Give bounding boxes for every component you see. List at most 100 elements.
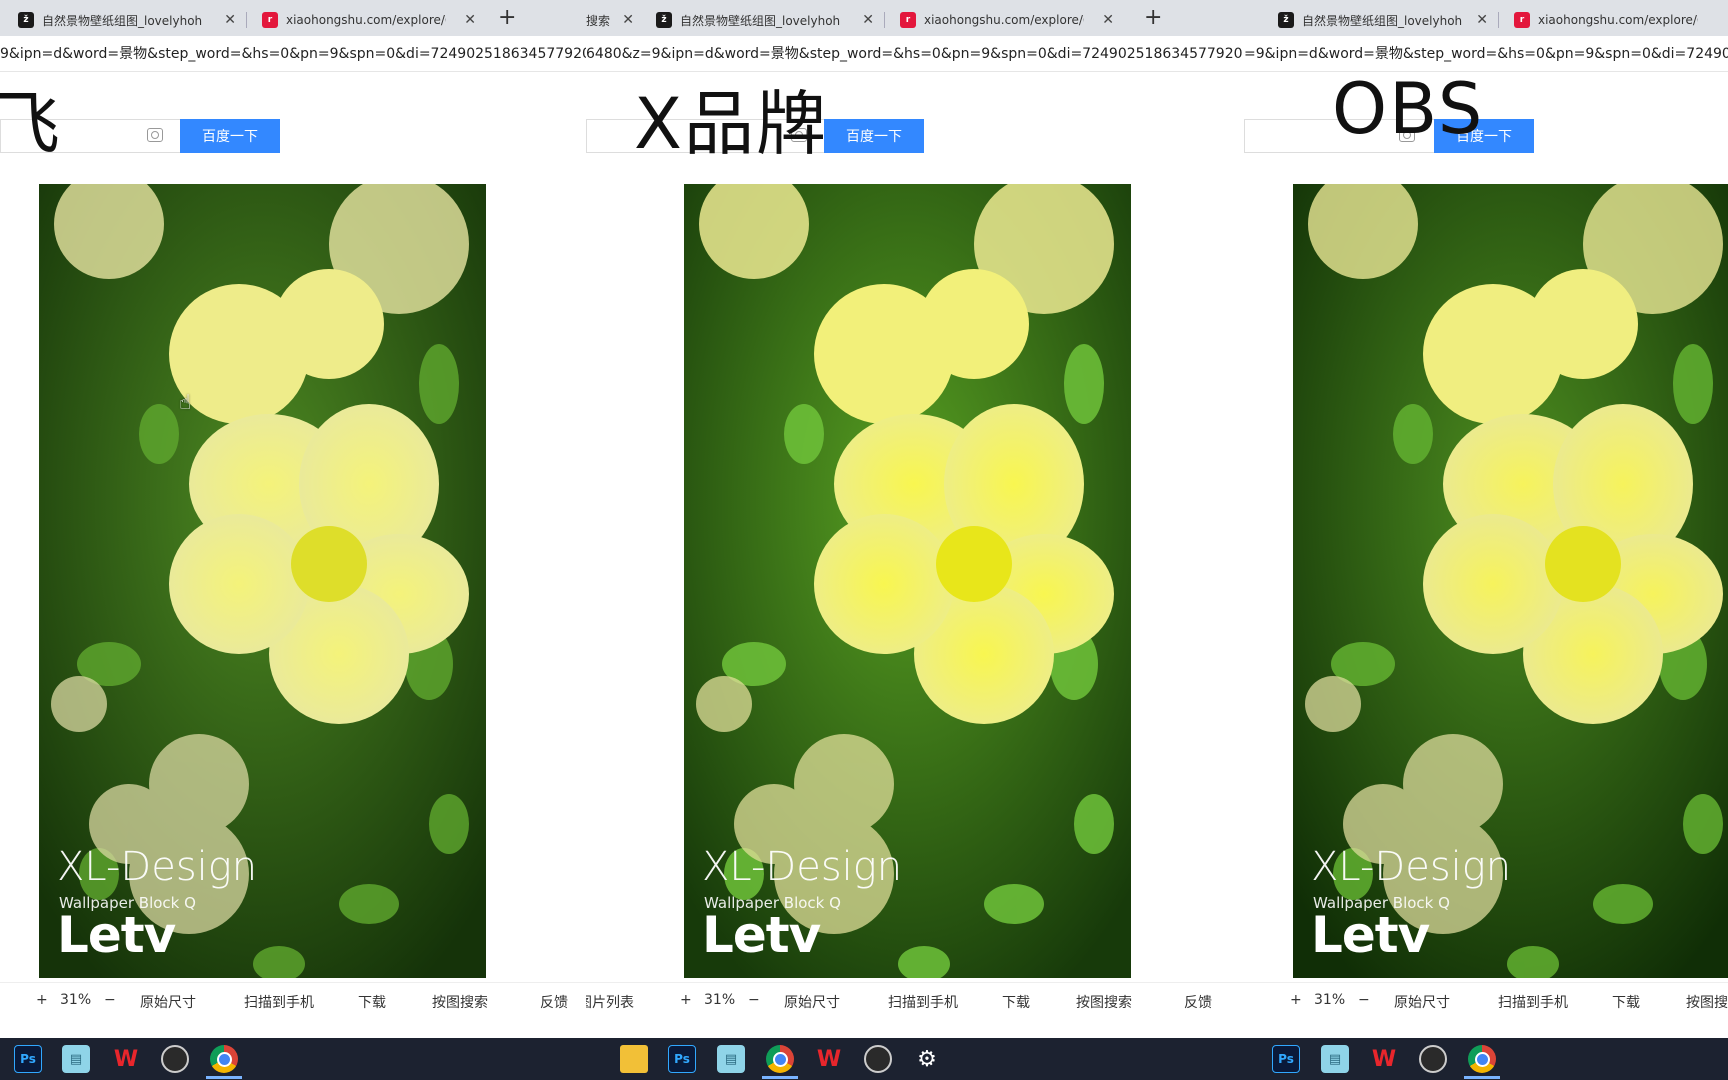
chrome-icon[interactable] bbox=[1468, 1045, 1496, 1073]
zoom-value: 31% bbox=[704, 992, 736, 1008]
scan-to-phone-button[interactable]: 扫描到手机 bbox=[1498, 992, 1568, 1012]
zoom-out-button[interactable]: − bbox=[1358, 992, 1370, 1008]
tab-title: 自然景物壁纸组图_lovelyhoho- bbox=[42, 13, 202, 28]
tab-divider bbox=[884, 12, 885, 28]
chrome-icon[interactable] bbox=[766, 1045, 794, 1073]
hand-cursor-icon: ☝ bbox=[179, 390, 192, 414]
viewer-toolbar: + 31% − 原始尺寸 扫描到手机 下载 按图搜 bbox=[1244, 982, 1728, 1018]
tab-strip: ž 自然景物壁纸组图_lovelyhoho- ✕ r xiaohongshu.c… bbox=[0, 0, 586, 36]
address-bar[interactable]: 9&ipn=d&word=景物&step_word=&hs=0&pn=9&spn… bbox=[0, 36, 586, 72]
baidu-favicon-icon: ž bbox=[18, 12, 34, 28]
wps-icon[interactable]: W bbox=[112, 1045, 140, 1073]
obs-icon[interactable] bbox=[161, 1045, 189, 1073]
search-by-image-button[interactable]: 按图搜索 bbox=[1076, 992, 1132, 1012]
scan-to-phone-button[interactable]: 扫描到手机 bbox=[244, 992, 314, 1012]
search-by-image-button[interactable]: 按图搜索 bbox=[432, 992, 488, 1012]
baidu-favicon-icon: ž bbox=[656, 12, 672, 28]
wallpaper-image[interactable]: XL-Design Wallpaper Block Q Letv bbox=[1293, 184, 1728, 978]
tab-divider bbox=[246, 12, 247, 28]
new-tab-button[interactable]: + bbox=[498, 4, 516, 32]
tab-title: 自然景物壁纸组图_lovelyhoho- bbox=[1302, 13, 1462, 28]
tab-strip: ž 自然景物壁纸组图_lovelyhoho- ✕ r xiaohongshu.c… bbox=[1244, 0, 1728, 36]
overlay-label: 飞 bbox=[0, 83, 62, 165]
search-row: 百度一下 bbox=[0, 107, 586, 155]
tab-xiaohongshu[interactable]: r xiaohongshu.com/explore/64c bbox=[1502, 4, 1728, 36]
image-title: XL-Design bbox=[702, 844, 903, 890]
close-icon[interactable]: ✕ bbox=[622, 12, 634, 28]
tab-title: xiaohongshu.com/explore/64c bbox=[1538, 13, 1698, 27]
tab-baidu[interactable]: ž 自然景物壁纸组图_lovelyhoho- ✕ bbox=[644, 4, 880, 36]
tab-title: xiaohongshu.com/explore/64c bbox=[286, 13, 446, 27]
photoshop-icon[interactable]: Ps bbox=[1272, 1045, 1300, 1073]
tab-title: xiaohongshu.com/explore/64c bbox=[924, 13, 1084, 27]
folder-icon[interactable] bbox=[620, 1045, 648, 1073]
zoom-value: 31% bbox=[1314, 992, 1346, 1008]
zoom-value: 31% bbox=[60, 992, 92, 1008]
feedback-button[interactable]: 反馈 bbox=[540, 992, 568, 1012]
close-icon[interactable]: ✕ bbox=[862, 12, 874, 28]
tab-divider bbox=[1498, 12, 1499, 28]
settings-gear-icon[interactable]: ⚙ bbox=[913, 1045, 941, 1073]
wps-icon[interactable]: W bbox=[1370, 1045, 1398, 1073]
tab-baidu[interactable]: ž 自然景物壁纸组图_lovelyhoho- ✕ bbox=[1266, 4, 1494, 36]
close-icon[interactable]: ✕ bbox=[1476, 12, 1488, 28]
xiaohongshu-favicon-icon: r bbox=[900, 12, 916, 28]
zoom-out-button[interactable]: − bbox=[104, 992, 116, 1008]
original-size-button[interactable]: 原始尺寸 bbox=[1394, 992, 1450, 1012]
active-app-indicator bbox=[206, 1076, 242, 1079]
tab-title: 搜索 bbox=[586, 13, 611, 28]
notepad-icon[interactable]: ▤ bbox=[62, 1045, 90, 1073]
tab-baidu[interactable]: ž 自然景物壁纸组图_lovelyhoho- ✕ bbox=[6, 4, 242, 36]
xiaohongshu-favicon-icon: r bbox=[1514, 12, 1530, 28]
baidu-favicon-icon: ž bbox=[1278, 12, 1294, 28]
wallpaper-image[interactable]: XL-Design Wallpaper Block Q Letv bbox=[684, 184, 1131, 978]
tab-strip: 搜索 ✕ ž 自然景物壁纸组图_lovelyhoho- ✕ r xiaohong… bbox=[586, 0, 1244, 36]
panel-middle: 搜索 ✕ ž 自然景物壁纸组图_lovelyhoho- ✕ r xiaohong… bbox=[586, 0, 1244, 1080]
screen-root: ž 自然景物壁纸组图_lovelyhoho- ✕ r xiaohongshu.c… bbox=[0, 0, 1728, 1080]
scan-to-phone-button[interactable]: 扫描到手机 bbox=[888, 992, 958, 1012]
tab-xiaohongshu[interactable]: r xiaohongshu.com/explore/64c ✕ bbox=[250, 4, 482, 36]
tab-xiaohongshu[interactable]: r xiaohongshu.com/explore/64c ✕ bbox=[888, 4, 1120, 36]
new-tab-button[interactable]: + bbox=[1144, 4, 1162, 32]
chrome-icon[interactable] bbox=[210, 1045, 238, 1073]
image-title: XL-Design bbox=[1311, 844, 1512, 890]
overlay-label: OBS bbox=[1332, 68, 1485, 150]
notepad-icon[interactable]: ▤ bbox=[717, 1045, 745, 1073]
download-button[interactable]: 下载 bbox=[358, 992, 386, 1012]
address-bar[interactable]: =9&ipn=d&word=景物&step_word=&hs=0&pn=9&sp… bbox=[1244, 36, 1728, 72]
search-button[interactable]: 百度一下 bbox=[824, 119, 924, 153]
close-icon[interactable]: ✕ bbox=[464, 12, 476, 28]
photoshop-icon[interactable]: Ps bbox=[14, 1045, 42, 1073]
zoom-in-button[interactable]: + bbox=[1290, 992, 1302, 1008]
taskbar: Ps ▤ W ⚙ bbox=[586, 1038, 1244, 1080]
feedback-button[interactable]: 反馈 bbox=[1184, 992, 1212, 1012]
original-size-button[interactable]: 原始尺寸 bbox=[784, 992, 840, 1012]
tab-title: 自然景物壁纸组图_lovelyhoho- bbox=[680, 13, 840, 28]
download-button[interactable]: 下载 bbox=[1612, 992, 1640, 1012]
brand-logo: Letv bbox=[702, 906, 821, 964]
search-button[interactable]: 百度一下 bbox=[180, 119, 280, 153]
panel-right: ž 自然景物壁纸组图_lovelyhoho- ✕ r xiaohongshu.c… bbox=[1244, 0, 1728, 1080]
search-by-image-button[interactable]: 按图搜 bbox=[1686, 992, 1728, 1012]
wps-icon[interactable]: W bbox=[815, 1045, 843, 1073]
close-icon[interactable]: ✕ bbox=[1102, 12, 1114, 28]
notepad-icon[interactable]: ▤ bbox=[1321, 1045, 1349, 1073]
obs-icon[interactable] bbox=[1419, 1045, 1447, 1073]
original-size-button[interactable]: 原始尺寸 bbox=[140, 992, 196, 1012]
image-list-button[interactable]: 图片列表 bbox=[586, 992, 634, 1012]
photoshop-icon[interactable]: Ps bbox=[668, 1045, 696, 1073]
viewer-toolbar: + 31% − 原始尺寸 扫描到手机 下载 按图搜索 反馈 bbox=[0, 982, 586, 1018]
address-bar[interactable]: 6480&z=9&ipn=d&word=景物&step_word=&hs=0&p… bbox=[586, 36, 1244, 72]
overlay-label: X品牌 bbox=[634, 83, 828, 165]
obs-icon[interactable] bbox=[864, 1045, 892, 1073]
brand-logo: Letv bbox=[1311, 906, 1430, 964]
viewer-toolbar: 图片列表 + 31% − 原始尺寸 扫描到手机 下载 按图搜索 反馈 bbox=[586, 982, 1244, 1018]
zoom-in-button[interactable]: + bbox=[36, 992, 48, 1008]
tab-search-partial[interactable]: 搜索 ✕ bbox=[586, 4, 640, 36]
camera-icon[interactable] bbox=[147, 128, 163, 142]
zoom-out-button[interactable]: − bbox=[748, 992, 760, 1008]
download-button[interactable]: 下载 bbox=[1002, 992, 1030, 1012]
zoom-in-button[interactable]: + bbox=[680, 992, 692, 1008]
close-icon[interactable]: ✕ bbox=[224, 12, 236, 28]
wallpaper-image[interactable]: XL-Design Wallpaper Block Q Letv ☝ bbox=[39, 184, 486, 978]
